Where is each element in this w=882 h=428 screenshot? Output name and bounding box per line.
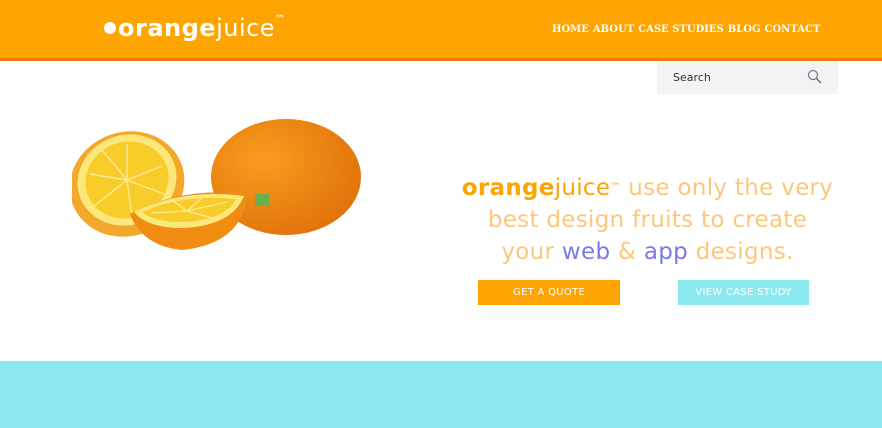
cyan-section-band [0,361,882,428]
search-input[interactable] [671,70,805,85]
logo-dot-icon [104,22,116,34]
hero-brand-bold: orange [461,175,555,201]
hero-headline: orangejuice™ use only the very best desi… [420,172,875,268]
search-box [657,61,838,94]
logo-trademark: ™ [275,14,286,25]
hero-word-app: app [643,239,689,265]
nav-about[interactable]: ABOUT [593,24,634,35]
hero-line-3-a: your [501,239,562,265]
hero-line-2: best design fruits to create [487,207,808,233]
orange-fruit-illustration [72,119,361,250]
nav-home[interactable]: HOME [552,24,589,35]
hero-trademark: ™ [610,182,621,193]
logo-light-text: juice [216,14,276,42]
hero-brand-light: juice [554,175,611,201]
logo[interactable]: orange juice ™ [104,12,286,44]
view-case-study-button[interactable]: VIEW CASE STUDY [678,280,809,305]
hero-line-1: orangejuice™ use only the very [420,172,875,204]
logo-bold-text: orange [118,14,217,42]
site-header: orange juice ™ HOME ABOUT CASE STUDIES B… [0,0,882,61]
get-a-quote-button[interactable]: GET A QUOTE [478,280,620,305]
search-icon[interactable] [806,68,824,86]
nav-case-studies[interactable]: CASE STUDIES [638,24,724,35]
nav-contact[interactable]: CONTACT [765,24,821,35]
hero-line-3-b: & [610,239,644,265]
hero-line-3-c: designs. [688,239,794,265]
hero-line-3: your web & app designs. [420,236,875,268]
nav-blog[interactable]: BLOG [728,24,761,35]
hero-word-web: web [561,239,611,265]
hero-line-1-text: use only the very [620,175,834,201]
main-nav: HOME ABOUT CASE STUDIES BLOG CONTACT [552,24,820,35]
